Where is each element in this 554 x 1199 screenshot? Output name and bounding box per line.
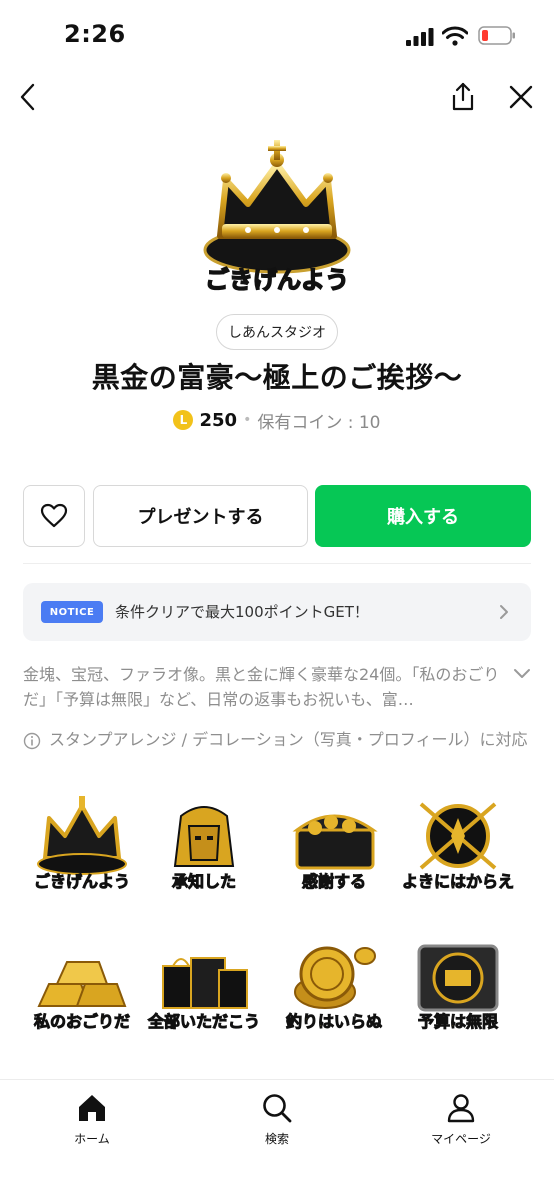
sticker-item[interactable]: 感謝する [275,796,393,906]
chevron-down-icon[interactable] [512,666,532,682]
sticker-grid: ごきげんよう 承知した 感謝する よきにはからえ私のおごりだ 全部いただこう 釣りはいらぬ… [23,796,531,1056]
price-row: L 250 • 保有コイン : 10 [0,406,554,434]
sticker-caption: 感謝する [301,872,366,892]
main-sticker-caption: ごきげんよう [204,265,350,295]
tab-home[interactable]: ホーム [37,1092,147,1152]
heart-icon [40,503,68,528]
sticker-caption: 予算は無限 [417,1012,498,1032]
wifi-icon [442,26,468,46]
divider [23,563,531,564]
cellular-signal-icon [406,28,434,46]
tab-mypage[interactable]: マイページ [406,1092,516,1152]
sticker-caption: 釣りはいらぬ [285,1012,382,1032]
sticker-caption: 私のおごりだ [33,1012,130,1032]
sticker-caption: 全部いただこう [147,1012,260,1032]
battery-icon [478,26,515,45]
tab-search[interactable]: 検索 [222,1092,332,1152]
description-text: 金塊、宝冠、ファラオ像。黒と金に輝く豪華な24個。「私のおごりだ」「予算は無限」… [23,665,500,709]
status-bar: 2:26 [0,0,554,70]
bottom-tab-bar: ホーム 検索 マイページ [0,1079,554,1199]
chevron-right-icon [500,605,508,619]
sticker-detail-page: 2:26 ごきげんよう しあんスタジオ 黒金の富豪〜極上のご挨拶〜 L 250 … [0,0,554,1199]
search-icon [263,1094,292,1123]
sticker-item[interactable]: 私のおごりだ [23,936,141,1046]
sticker-item[interactable]: 承知した [145,796,263,906]
favorite-button[interactable] [23,485,85,547]
sticker-item[interactable]: 釣りはいらぬ [275,936,393,1046]
sticker-item[interactable]: よきにはからえ [399,796,517,906]
separator-dot: • [243,412,252,428]
sticker-item[interactable]: 全部いただこう [145,936,263,1046]
nav-bar [0,72,554,122]
status-time: 2:26 [64,20,126,48]
sticker-item[interactable]: ごきげんよう [23,796,141,906]
tab-mypage-label: マイページ [431,1132,491,1146]
main-sticker-image: ごきげんよう [198,138,356,298]
notice-text: 条件クリアで最大100ポイントGET！ [115,603,369,621]
sticker-caption: ごきげんよう [33,872,130,892]
tab-home-label: ホーム [74,1132,110,1146]
price: 250 [199,409,238,431]
notice-banner[interactable]: NOTICE 条件クリアで最大100ポイントGET！ [23,583,531,641]
sticker-caption: 承知した [171,872,236,892]
author-chip[interactable]: しあんスタジオ [216,314,338,350]
buy-button[interactable]: 購入する [315,485,531,547]
back-chevron-icon[interactable] [14,80,44,114]
tab-search-label: 検索 [264,1132,289,1146]
gift-button[interactable]: プレゼントする [93,485,308,547]
notice-badge: NOTICE [41,601,103,623]
home-icon [79,1095,105,1121]
sticker-item[interactable]: 予算は無限 [399,936,517,1046]
owned-coins: 保有コイン : 10 [257,412,381,433]
share-icon[interactable] [448,80,478,114]
close-icon[interactable] [506,82,536,112]
line-coin-icon: L [173,410,194,430]
page-title: 黒金の富豪〜極上のご挨拶〜 [91,361,463,394]
arrange-note: スタンプアレンジ / デコレーション（写真・プロフィール）に対応 [49,730,528,749]
person-icon [447,1094,475,1123]
sticker-caption: よきにはからえ [401,872,514,892]
